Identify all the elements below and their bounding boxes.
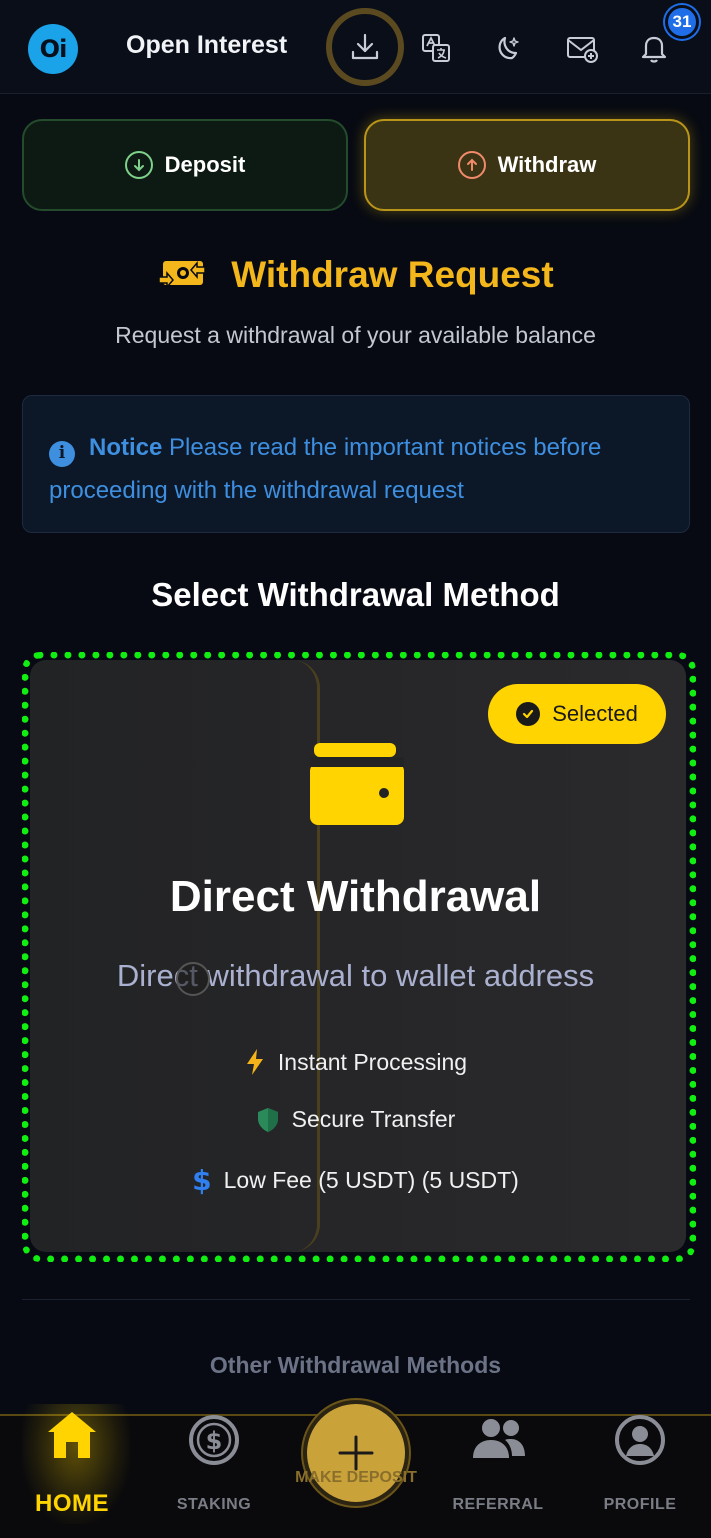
nav-referral[interactable]: REFERRAL (438, 1414, 558, 1538)
nav-profile-label: PROFILE (603, 1496, 677, 1513)
app-title: Open Interest (126, 31, 288, 59)
feature-label: Instant Processing (277, 1048, 468, 1075)
nav-home[interactable]: HOME (12, 1412, 132, 1538)
method-title: Direct Withdrawal (169, 872, 542, 921)
user-circle-icon (615, 1415, 665, 1465)
notification-count-badge: 31 (665, 5, 699, 39)
users-icon (473, 1419, 525, 1458)
method-description: Direct withdrawal to wallet address (116, 958, 595, 993)
mail-add-icon (567, 37, 598, 63)
tab-withdraw[interactable]: Withdraw (364, 119, 690, 211)
lightning-icon (246, 1049, 263, 1075)
arrow-up-circle-icon (457, 151, 486, 179)
download-app-button[interactable] (326, 8, 404, 86)
feature-low-fee: $ Low Fee (5 USDT) (5 USDT) (0, 1164, 711, 1197)
bell-icon (641, 36, 667, 63)
feature-instant-processing: Instant Processing (0, 1048, 711, 1076)
selected-badge: Selected (488, 684, 666, 744)
nav-referral-label: REFERRAL (452, 1496, 544, 1513)
svg-text:$: $ (206, 1427, 223, 1455)
arrow-down-circle-icon (124, 151, 153, 179)
page-subtitle: Request a withdrawal of your available b… (115, 322, 596, 348)
feature-secure-transfer: Secure Transfer (0, 1106, 711, 1133)
feature-label: Secure Transfer (291, 1106, 456, 1132)
check-circle-icon (516, 702, 541, 726)
money-exchange-icon (158, 260, 207, 290)
tab-withdraw-label: Withdraw (497, 152, 597, 177)
app-logo[interactable]: Oi (28, 24, 78, 74)
coin-dollar-icon: $ (189, 1415, 239, 1465)
info-icon: i (49, 440, 75, 467)
feature-label: Low Fee (5 USDT) (5 USDT) (223, 1167, 519, 1193)
withdraw-header: Withdraw Request (0, 254, 711, 296)
top-bar: Oi Open Interest 31 (0, 0, 711, 94)
moon-stars-icon (498, 36, 519, 60)
home-icon (48, 1412, 96, 1458)
logo-text: Oi (39, 35, 68, 63)
nav-staking[interactable]: $ STAKING (154, 1414, 274, 1538)
translate-button[interactable] (406, 18, 466, 78)
wallet-icon (310, 743, 404, 825)
nav-home-label: HOME (35, 1490, 109, 1517)
plus-icon (338, 1435, 374, 1471)
selected-label: Selected (552, 701, 638, 726)
dollar-icon: $ (192, 1164, 212, 1197)
make-deposit-button[interactable] (303, 1400, 409, 1506)
shield-icon (257, 1107, 278, 1132)
messages-button[interactable] (552, 18, 612, 78)
download-icon (351, 33, 379, 60)
divider (22, 1299, 690, 1300)
notice-alert: i Notice Please read the important notice… (22, 395, 690, 533)
page-title: Withdraw Request (231, 254, 554, 295)
theme-toggle-button[interactable] (478, 18, 538, 78)
tab-deposit[interactable]: Deposit (22, 119, 348, 211)
nav-profile[interactable]: PROFILE (580, 1414, 700, 1538)
section-title: Select Withdrawal Method (151, 576, 560, 613)
translate-icon (422, 34, 450, 62)
touch-cursor (176, 962, 210, 996)
make-deposit-label: MAKE DEPOSIT (295, 1469, 417, 1486)
other-methods-title: Other Withdrawal Methods (209, 1352, 502, 1378)
nav-staking-label: STAKING (176, 1496, 252, 1513)
notice-heading: Notice (89, 434, 163, 461)
tab-deposit-label: Deposit (164, 152, 246, 177)
